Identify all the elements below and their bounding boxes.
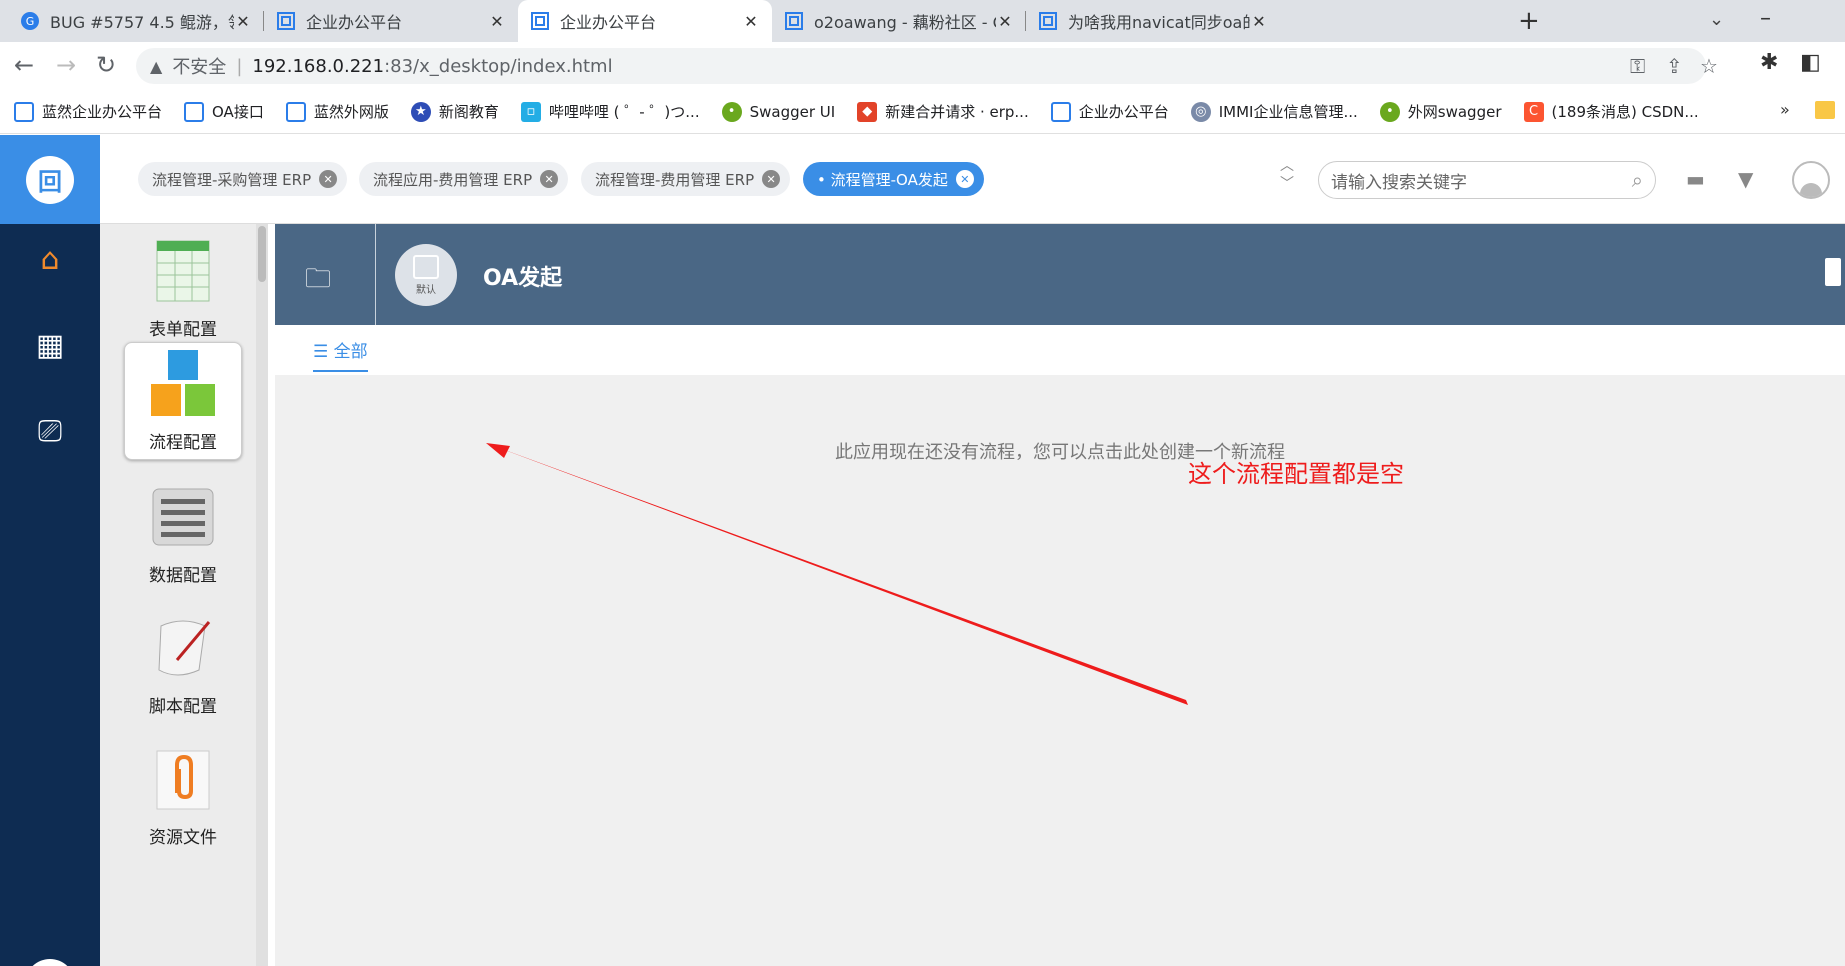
annotation-text: 这个流程配置都是空 [1188, 460, 1404, 488]
screen: G BUG #5757 4.5 鲲游，领料、退 ✕ 企业办公平台 ✕ 企业办公平… [0, 0, 1845, 966]
annotation-arrow [486, 443, 1188, 705]
